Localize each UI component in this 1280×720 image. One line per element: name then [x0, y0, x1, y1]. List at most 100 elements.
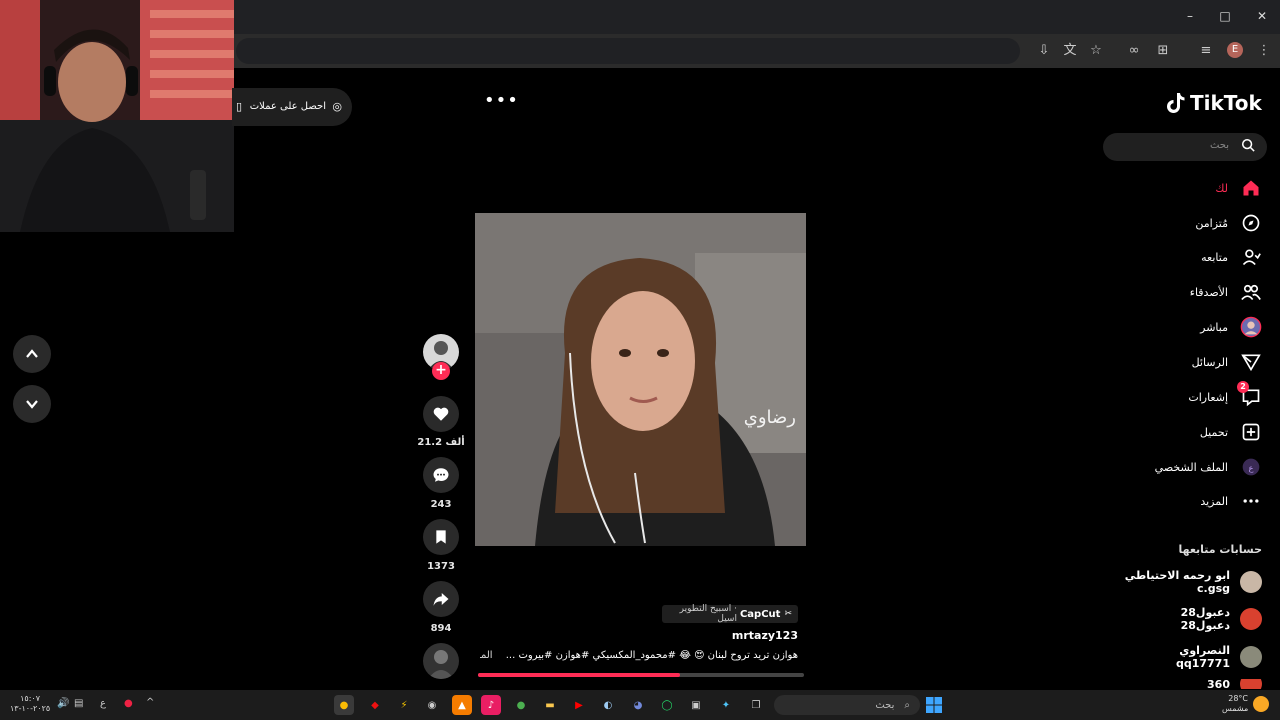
taskbar-app-tiktok[interactable]: ♪	[481, 695, 501, 715]
following-heading: حسابات متابعها	[1178, 543, 1262, 556]
following-account[interactable]: النصراوي qq17771	[1176, 644, 1262, 670]
maximize-button[interactable]: □	[1217, 8, 1233, 24]
media-icon[interactable]: ≡	[1197, 42, 1215, 60]
steam-icon[interactable]: ◐	[598, 695, 618, 715]
youtube-icon[interactable]: ▶	[569, 695, 589, 715]
taskview-icon[interactable]: ❐	[746, 695, 766, 715]
like-button[interactable]	[423, 396, 459, 432]
get-coins-label: احصل على عملات	[249, 101, 326, 112]
address-bar[interactable]	[236, 38, 1020, 64]
network-icon[interactable]: ▤	[74, 698, 83, 709]
send-icon	[1240, 351, 1262, 373]
volume-icon[interactable]: 🔊	[57, 698, 69, 709]
account-name: النصراوي	[1179, 644, 1230, 657]
taskbar-search-label: بحث	[875, 699, 895, 711]
following-account[interactable]: دعبول28 دعبول28	[1181, 606, 1262, 632]
video-author[interactable]: mrtazy123	[732, 629, 798, 642]
search-placeholder: بحث	[1209, 140, 1229, 151]
svg-text:ع: ع	[1249, 462, 1254, 472]
follow-plus-button[interactable]: +	[432, 362, 450, 380]
account-name: دعبول28	[1180, 606, 1230, 619]
account-handle: c.gsg	[1197, 582, 1230, 595]
taskbar-app-chrome2[interactable]: ●	[511, 695, 531, 715]
translate-icon[interactable]: 文	[1061, 42, 1079, 60]
comment-button[interactable]	[423, 457, 459, 493]
minimize-button[interactable]: –	[1182, 8, 1198, 24]
sidebar-item-label: الملف الشخصي	[1154, 460, 1228, 474]
capcut-label: CapCut	[739, 608, 781, 620]
account-avatar	[1240, 646, 1262, 668]
folder-icon[interactable]: ▬	[540, 695, 560, 715]
extension-icon[interactable]: ∞	[1125, 42, 1143, 60]
like-count: 21.2 ألف	[417, 437, 465, 448]
search-box[interactable]: بحث	[1103, 133, 1267, 161]
sidebar-item-2[interactable]: مُتزامن	[1195, 211, 1262, 235]
profile-avatar[interactable]: E	[1227, 42, 1243, 58]
comment-count: 243	[430, 499, 452, 510]
save-button[interactable]	[423, 519, 459, 555]
sidebar-item-1[interactable]: لك	[1215, 176, 1262, 200]
whatsapp-icon[interactable]: ◯	[657, 695, 677, 715]
chevron-up-icon[interactable]: ^	[146, 697, 154, 708]
capcut-tag[interactable]: ✂ CapCut · اسبيح التطوير اسيل	[662, 604, 798, 624]
menu-icon[interactable]: ⋮	[1255, 42, 1273, 60]
language-indicator[interactable]: ع	[100, 698, 106, 709]
taskbar-app-obs[interactable]: ◉	[422, 695, 442, 715]
next-video-button[interactable]	[13, 385, 51, 423]
capcut-text: · اسبيح التطوير اسيل	[679, 604, 737, 624]
get-coins-button[interactable]: احصل على عملات ◎ ▯	[232, 88, 352, 126]
live-icon	[1240, 316, 1262, 338]
star-icon[interactable]: ☆	[1087, 42, 1105, 60]
tiktok-icon	[1167, 93, 1185, 113]
weather-widget[interactable]: 28°C مشمس	[1222, 694, 1248, 714]
following-account[interactable]: ابو رحمه الاحتياطي c.gsg	[1125, 569, 1262, 595]
sidebar-item-label: مُتزامن	[1195, 216, 1228, 230]
sidebar-item-3[interactable]: متابعه	[1201, 245, 1262, 269]
clock[interactable]: ١٥:٠٧ ٢٠٢٥-١٠-١٣	[10, 694, 50, 714]
sidebar-item-label: متابعه	[1201, 250, 1228, 264]
chevron-down-icon	[26, 400, 38, 409]
sidebar-item-7[interactable]: إشعارات 2	[1188, 381, 1262, 409]
share-button[interactable]	[423, 581, 459, 617]
search-icon	[1241, 138, 1255, 156]
sidebar-item-5[interactable]: مباشر	[1200, 315, 1262, 339]
copilot-icon[interactable]: ✦	[716, 695, 736, 715]
video-player[interactable]: رضاوي	[475, 213, 806, 546]
account-avatar	[1240, 571, 1262, 593]
logo-text: TikTok	[1190, 91, 1262, 115]
store-icon[interactable]: ▣	[686, 695, 706, 715]
windows-start-icon[interactable]	[926, 697, 942, 713]
sound-avatar[interactable]	[423, 643, 459, 679]
sidebar-item-10[interactable]: المزيد	[1200, 489, 1262, 513]
account-handle: qq17771	[1175, 657, 1230, 670]
puzzle-icon[interactable]: ⊞	[1154, 42, 1172, 60]
sidebar-item-label: المزيد	[1200, 494, 1228, 508]
sidebar-item-label: لك	[1215, 181, 1228, 195]
taskbar-app-chrome[interactable]: ●	[334, 695, 354, 715]
taskbar-app-yellow[interactable]: ⚡	[394, 695, 414, 715]
account-handle: دعبول28	[1180, 619, 1230, 632]
tiktok-logo[interactable]: TikTok	[1166, 90, 1262, 116]
caption-more-link[interactable]: المزيد	[480, 650, 493, 661]
profile-icon: ع	[1240, 456, 1262, 478]
close-window-button[interactable]: ✕	[1254, 8, 1270, 24]
microphone-icon[interactable]: ●	[124, 698, 133, 709]
sidebar-item-8[interactable]: تحميل	[1200, 420, 1262, 444]
previous-video-button[interactable]	[13, 335, 51, 373]
sidebar-item-4[interactable]: الأصدقاء	[1190, 280, 1262, 304]
bookmark-icon	[436, 530, 446, 544]
following-account[interactable]: 360	[1207, 679, 1262, 689]
taskbar-search[interactable]: بحث ⌕	[774, 695, 920, 715]
sidebar-item-6[interactable]: الرسائل	[1192, 350, 1262, 374]
taskbar-app-orange[interactable]: ▲	[452, 695, 472, 715]
install-icon[interactable]: ⇩	[1035, 42, 1053, 60]
more-options-button[interactable]: •••	[484, 90, 519, 111]
taskbar-app-red[interactable]: ◆	[365, 695, 385, 715]
sidebar-item-9[interactable]: الملف الشخصي ع	[1155, 455, 1262, 479]
share-count: 894	[430, 623, 452, 634]
discord-icon[interactable]: ◕	[628, 695, 648, 715]
video-watermark: رضاوي	[743, 407, 796, 428]
phone-icon: ▯	[236, 100, 243, 113]
video-caption: هوازن تريد تروح لبنان 😍 😂 #محمود_المكسيك…	[480, 650, 798, 661]
clock-date: ٢٠٢٥-١٠-١٣	[10, 704, 51, 713]
